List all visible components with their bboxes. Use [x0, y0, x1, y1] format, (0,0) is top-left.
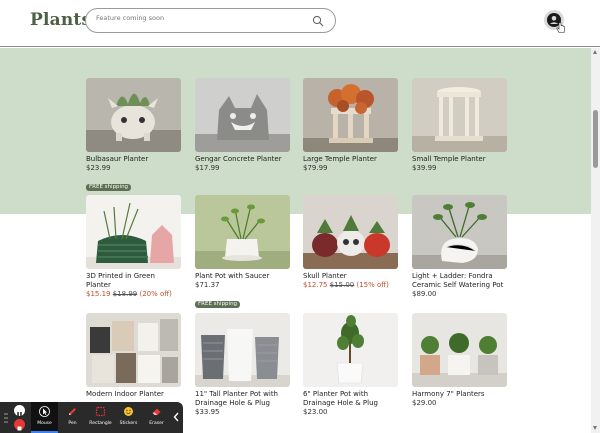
product-card[interactable]: 6" Planter Pot with Drainage Hole & Plug…	[303, 313, 398, 417]
product-image[interactable]	[412, 313, 507, 387]
tool-rectangle[interactable]: Rectangle	[87, 402, 114, 433]
product-name[interactable]: Small Temple Planter	[412, 155, 507, 164]
product-name[interactable]: Light + Ladder: Fondra Ceramic Self Wate…	[412, 272, 507, 290]
pause-button[interactable]	[14, 405, 25, 417]
product-image[interactable]	[303, 313, 398, 387]
sale-price: $15.19	[86, 290, 111, 298]
product-image[interactable]	[86, 78, 181, 152]
product-card[interactable]: Large Temple Planter $79.99	[303, 78, 398, 173]
product-card[interactable]: Plant Pot with Saucer $71.37 FREE shippi…	[195, 195, 290, 309]
tool-eraser[interactable]: Eraser	[143, 402, 170, 433]
product-price: $33.95	[195, 408, 220, 416]
scroll-down-arrow-icon[interactable]	[593, 426, 597, 430]
sale-price: $12.75	[303, 281, 328, 289]
product-image[interactable]	[303, 195, 398, 269]
free-shipping-badge: FREE shipping	[195, 301, 241, 308]
tool-mouse[interactable]: Mouse	[31, 402, 58, 433]
tool-label: Stickers	[119, 421, 138, 426]
annotation-toolbar: Mouse Pen Rectangle Stickers Eraser	[0, 402, 183, 433]
tool-label: Mouse	[37, 421, 52, 426]
product-card[interactable]: 3D Printed in Green Planter $15.19 $18.9…	[86, 195, 181, 299]
product-price: $23.99	[86, 164, 111, 172]
sticker-icon	[124, 407, 133, 416]
product-name[interactable]: Large Temple Planter	[303, 155, 398, 164]
product-card[interactable]: 11" Tall Planter Pot with Drainage Hole …	[195, 313, 290, 417]
scroll-up-arrow-icon[interactable]	[593, 50, 597, 54]
pen-icon	[69, 408, 76, 415]
product-image[interactable]	[86, 195, 181, 269]
search-input[interactable]	[96, 14, 306, 22]
tool-stickers[interactable]: Stickers	[115, 402, 142, 433]
discount: (15% off)	[356, 281, 389, 289]
product-name[interactable]: Bulbasaur Planter	[86, 155, 181, 164]
product-image[interactable]	[195, 78, 290, 152]
scrollbar-thumb[interactable]	[593, 110, 598, 168]
product-name[interactable]: 6" Planter Pot with Drainage Hole & Plug	[303, 390, 398, 408]
product-price: $89.00	[412, 290, 437, 298]
product-image[interactable]	[303, 78, 398, 152]
eraser-icon	[152, 408, 161, 415]
product-price: $29.00	[412, 399, 437, 407]
free-shipping-badge: FREE shipping	[86, 184, 132, 191]
product-image[interactable]	[195, 313, 290, 387]
tool-label: Pen	[68, 421, 77, 426]
tool-label: Rectangle	[89, 421, 112, 426]
vertical-scrollbar[interactable]	[591, 48, 600, 433]
product-name[interactable]: Harmony 7" Planters	[412, 390, 507, 399]
original-price: $15.00	[329, 281, 355, 289]
product-name[interactable]: Skull Planter	[303, 272, 398, 281]
product-price: $12.75 $15.00 (15% off)	[303, 281, 398, 290]
product-card[interactable]: Small Temple Planter $39.99	[412, 78, 507, 173]
cursor-icon	[39, 406, 50, 417]
tool-pen[interactable]: Pen	[59, 402, 86, 433]
product-image[interactable]	[195, 195, 290, 269]
product-price: $39.99	[412, 164, 437, 172]
search-bar[interactable]	[85, 8, 336, 33]
product-card[interactable]: Modern Indoor Planter	[86, 313, 181, 399]
product-name[interactable]: Modern Indoor Planter	[86, 390, 181, 399]
product-image[interactable]	[86, 313, 181, 387]
original-price: $18.99	[112, 290, 138, 298]
stop-button[interactable]	[14, 419, 25, 431]
stop-icon	[17, 426, 22, 431]
product-price: $23.00	[303, 408, 328, 416]
product-name[interactable]: 11" Tall Planter Pot with Drainage Hole …	[195, 390, 290, 408]
hand-cursor-icon	[556, 22, 566, 33]
product-card[interactable]: Harmony 7" Planters $29.00	[412, 313, 507, 408]
product-name[interactable]: Gengar Concrete Planter	[195, 155, 290, 164]
page: Plantsy Bulbasaur Planter $23.99 FREE sh…	[0, 0, 600, 433]
product-card[interactable]: Light + Ladder: Fondra Ceramic Self Wate…	[412, 195, 507, 299]
product-name[interactable]: Plant Pot with Saucer	[195, 272, 290, 281]
product-price: $71.37	[195, 281, 220, 289]
search-icon[interactable]	[312, 15, 324, 27]
drag-handle-icon[interactable]	[4, 412, 8, 424]
collapse-toolbar-icon[interactable]	[172, 410, 181, 424]
tool-label: Eraser	[149, 421, 164, 426]
product-price: $17.99	[195, 164, 220, 172]
product-card[interactable]: Bulbasaur Planter $23.99 FREE shipping	[86, 78, 181, 192]
product-price: $79.99	[303, 164, 328, 172]
product-card[interactable]: Gengar Concrete Planter $17.99	[195, 78, 290, 173]
rectangle-icon	[95, 406, 106, 417]
product-image[interactable]	[412, 78, 507, 152]
product-image[interactable]	[412, 195, 507, 269]
site-header: Plantsy	[0, 0, 600, 47]
product-card[interactable]: Skull Planter $12.75 $15.00 (15% off)	[303, 195, 398, 290]
discount: (20% off)	[139, 290, 172, 298]
product-name[interactable]: 3D Printed in Green Planter	[86, 272, 181, 290]
product-price: $15.19 $18.99 (20% off)	[86, 290, 181, 299]
